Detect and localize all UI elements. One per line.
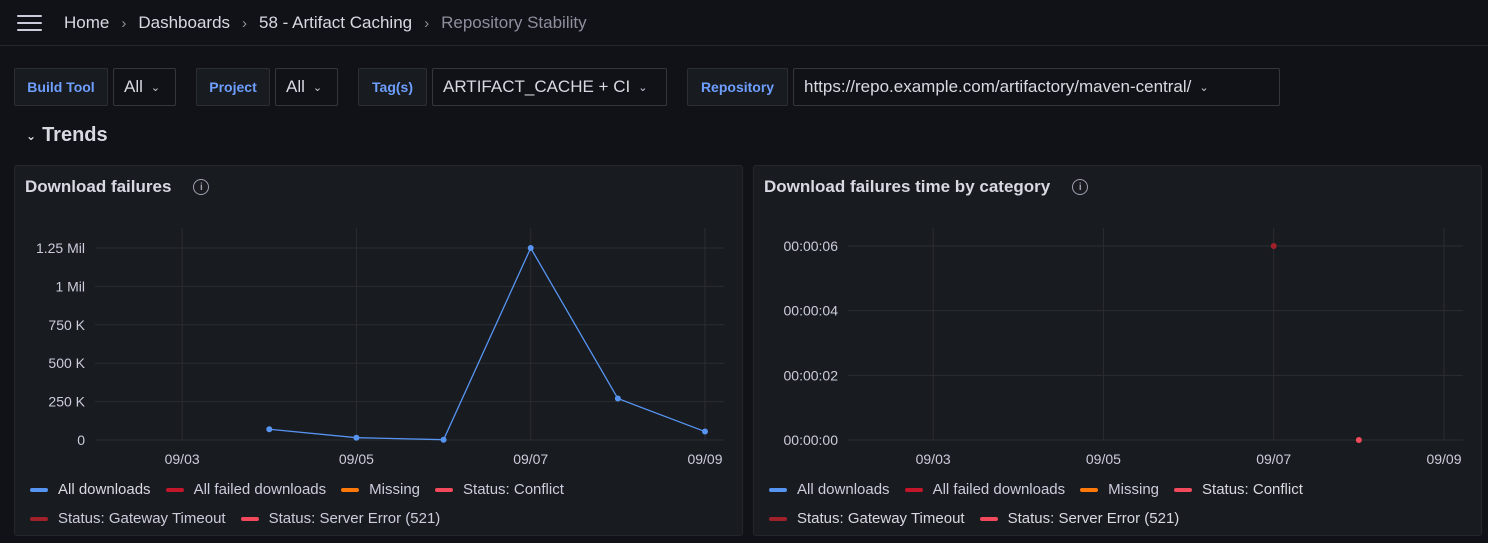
breadcrumb-dashboards[interactable]: Dashboards [138,13,230,33]
x-tick-label: 09/07 [513,451,548,467]
chevron-right-icon: › [424,14,430,32]
legend-swatch [341,487,360,492]
legend-label: All downloads [797,481,890,498]
legend-label: All failed downloads [193,481,327,498]
panel-download-failures-time: Download failures time by category i 00:… [753,165,1482,536]
breadcrumb-current: Repository Stability [441,13,587,32]
build-tool-select[interactable]: All ⌄ [113,68,176,106]
legend-label: All failed downloads [932,481,1066,498]
legend-label: Missing [369,481,421,498]
legend-label: Status: Gateway Timeout [58,510,226,527]
repository-label: Repository [687,68,788,106]
legend-item-missing[interactable]: Missing [1080,481,1159,498]
top-bar: Home › Dashboards › 58 - Artifact Cachin… [0,0,1488,46]
chevron-down-icon: ⌄ [150,81,161,94]
legend-label: Status: Conflict [1202,481,1303,498]
legend-item-status-conflict[interactable]: Status: Conflict [1174,481,1303,498]
chevron-right-icon: › [121,14,127,32]
legend-item-status-server-error[interactable]: Status: Server Error (521) [979,510,1180,527]
legend-item-all-downloads[interactable]: All downloads [769,481,890,498]
legend-swatch [240,516,259,521]
row-trends-toggle[interactable]: ⌄ Trends [26,124,108,147]
legend-item-status-conflict[interactable]: Status: Conflict [435,481,564,498]
y-tick-label: 1 Mil [55,278,85,294]
data-point [353,434,360,441]
data-point [1355,437,1362,443]
chevron-down-icon: ⌄ [312,81,323,94]
chevron-down-icon: ⌄ [638,81,648,94]
x-tick-label: 09/09 [1426,451,1461,467]
legend: All downloads All failed downloads Missi… [769,475,1479,533]
legend-item-all-failed-downloads[interactable]: All failed downloads [904,481,1066,498]
tags-select[interactable]: ARTIFACT_CACHE + CI ⌄ [432,68,667,106]
legend-swatch [435,487,454,492]
row-trends-title: Trends [42,124,108,146]
project-value: All [286,77,305,96]
build-tool-value: All [124,77,143,96]
data-point [1270,243,1277,249]
y-tick-label: 250 K [48,394,85,410]
tags-value: ARTIFACT_CACHE + CI [443,77,631,96]
legend-item-missing[interactable]: Missing [341,481,420,498]
project-select[interactable]: All ⌄ [275,68,338,106]
x-tick-label: 09/09 [687,451,722,467]
chevron-down-icon: ⌄ [26,128,37,143]
legend-label: All downloads [58,481,151,498]
x-tick-label: 09/03 [165,451,200,467]
y-tick-label: 0 [77,432,85,448]
legend-label: Status: Gateway Timeout [797,510,965,527]
x-tick-label: 09/03 [916,451,951,467]
project-label: Project [196,68,270,106]
build-tool-label: Build Tool [14,68,108,106]
hamburger-icon[interactable] [17,14,42,32]
x-tick-label: 09/05 [1086,451,1121,467]
panel-download-failures: Download failures i 0 250 K 500 K 750 K1 Mi… [14,165,743,536]
legend-swatch [904,487,923,492]
data-point [614,395,621,402]
legend-swatch [769,516,787,521]
chevron-down-icon: ⌄ [1199,81,1209,94]
series-line [269,246,706,441]
legend-swatch [1080,487,1099,492]
data-point [702,428,708,435]
y-tick-label: 00:00:02 [784,367,839,383]
repository-select[interactable]: https://repo.example.com/artifactory/mav… [793,68,1280,106]
legend-label: Missing [1108,481,1160,498]
legend: All downloads All failed downloads Missi… [30,475,740,533]
chevron-right-icon: › [242,14,248,32]
y-tick-label: 00:00:06 [784,238,839,254]
legend-item-status-gateway-timeout[interactable]: Status: Gateway Timeout [769,510,965,527]
repository-value: https://repo.example.com/artifactory/mav… [804,77,1192,96]
breadcrumb: Home › Dashboards › 58 - Artifact Cachin… [64,12,587,34]
x-tick-label: 09/05 [339,451,374,467]
legend-item-status-server-error[interactable]: Status: Server Error (521) [240,510,441,527]
y-tick-label: 750 K [48,317,85,333]
legend-swatch [1174,487,1193,492]
legend-item-all-failed-downloads[interactable]: All failed downloads [165,481,327,498]
breadcrumb-home[interactable]: Home [64,13,109,33]
legend-item-all-downloads[interactable]: All downloads [30,481,151,498]
y-tick-label: 00:00:04 [784,303,839,319]
y-tick-label: 1.25 Mil [36,240,85,256]
breadcrumb-folder[interactable]: 58 - Artifact Caching [259,13,412,33]
legend-swatch [30,516,48,521]
legend-swatch [979,516,998,521]
y-tick-label: 00:00:00 [784,432,839,448]
legend-label: Status: Conflict [463,481,564,498]
legend-item-status-gateway-timeout[interactable]: Status: Gateway Timeout [30,510,226,527]
tags-label: Tag(s) [358,68,427,106]
legend-swatch [165,487,184,492]
y-tick-label: 500 K [48,355,85,371]
data-point [440,436,447,443]
data-point [266,426,273,433]
x-tick-label: 09/07 [1256,451,1291,467]
legend-label: Status: Server Error (521) [268,510,441,527]
legend-swatch [769,487,787,492]
legend-swatch [30,487,48,492]
legend-label: Status: Server Error (521) [1007,510,1180,527]
data-point [527,245,534,251]
